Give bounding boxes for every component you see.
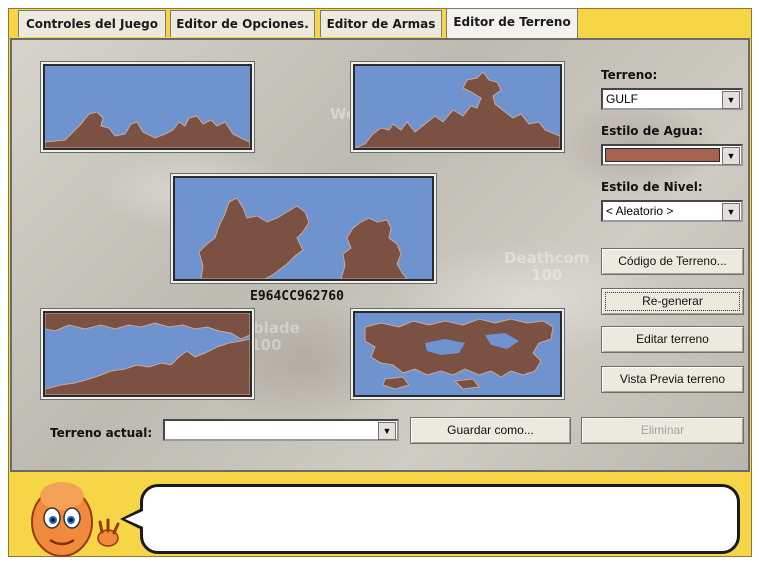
terrain-preview-2[interactable]: [353, 64, 562, 150]
water-color-swatch: [605, 148, 720, 162]
message-bubble: [140, 484, 740, 554]
terrain-preview-1-image: [45, 111, 250, 148]
chevron-down-icon[interactable]: ▼: [378, 422, 396, 440]
terreno-actual-select[interactable]: ▼: [163, 419, 399, 441]
tab-armas[interactable]: Editor de Armas: [320, 10, 442, 37]
regenerar-button[interactable]: Re-generar: [601, 288, 744, 315]
agua-label: Estilo de Agua:: [601, 124, 703, 138]
terreno-select[interactable]: GULF ▼: [601, 88, 743, 110]
worm-mascot-icon: [31, 482, 120, 557]
codigo-terreno-button[interactable]: Código de Terreno...: [601, 248, 744, 275]
terrain-preview-main[interactable]: [173, 176, 434, 281]
message-text: [143, 487, 737, 507]
chevron-down-icon[interactable]: ▼: [722, 91, 740, 109]
terrain-preview-3-image: [45, 313, 250, 395]
terrain-preview-2-image: [355, 71, 560, 148]
bubble-tail-inner: [125, 511, 143, 527]
eliminar-button: Eliminar: [581, 417, 744, 444]
chevron-down-icon[interactable]: ▼: [722, 203, 740, 221]
chevron-down-icon[interactable]: ▼: [722, 147, 740, 165]
terrain-preview-main-image: [198, 197, 408, 279]
terreno-actual-label: Terreno actual:: [50, 426, 153, 440]
tab-terreno[interactable]: Editor de Terreno: [446, 8, 578, 38]
background-text-deathcom: Deathcom 100: [504, 250, 589, 284]
agua-select[interactable]: ▼: [601, 144, 743, 166]
nivel-label: Estilo de Nivel:: [601, 180, 703, 194]
background-text-deathcom-hp: 100: [531, 266, 563, 284]
terreno-label: Terreno:: [601, 68, 658, 82]
nivel-select-value: < Aleatorio >: [606, 204, 674, 218]
tab-opciones[interactable]: Editor de Opciones.: [170, 10, 315, 37]
guardar-como-button[interactable]: Guardar como...: [410, 417, 571, 444]
terrain-code: E964CC962760: [250, 289, 344, 304]
background-text-deathcom-name: Deathcom: [504, 249, 590, 267]
editar-terreno-button[interactable]: Editar terreno: [601, 326, 744, 353]
vista-previa-button[interactable]: Vista Previa terreno: [601, 366, 744, 393]
tab-controles[interactable]: Controles del Juego: [18, 10, 166, 37]
nivel-select[interactable]: < Aleatorio > ▼: [601, 200, 743, 222]
terrain-preview-4-image: [364, 318, 554, 390]
terrain-preview-1[interactable]: [43, 64, 252, 150]
terrain-preview-3[interactable]: [43, 311, 252, 397]
terrain-preview-4[interactable]: [353, 311, 562, 397]
terreno-select-value: GULF: [606, 92, 639, 106]
